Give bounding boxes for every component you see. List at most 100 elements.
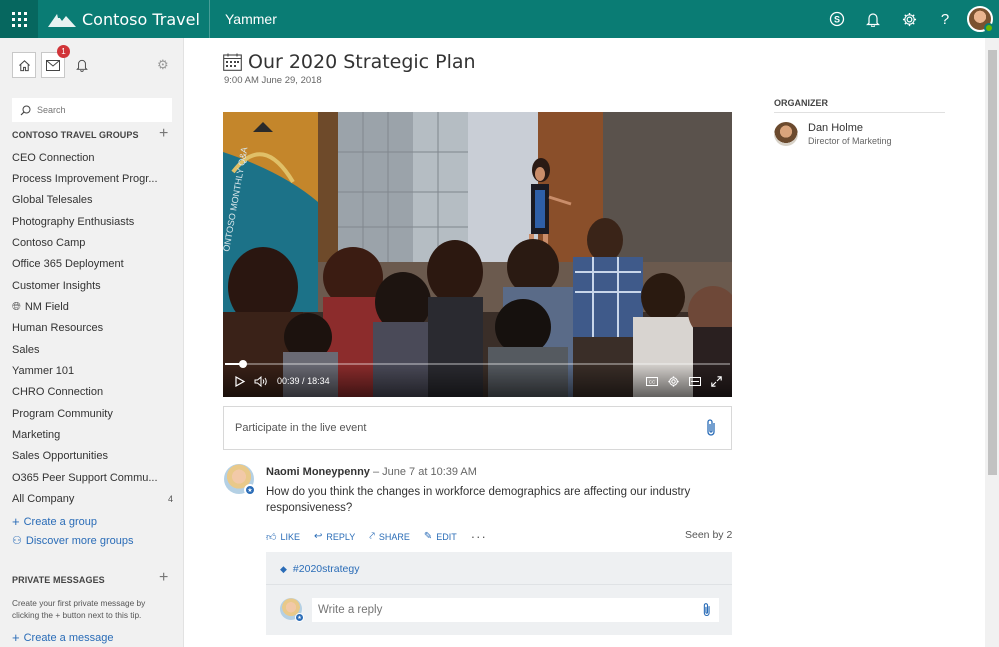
bell-icon[interactable] bbox=[855, 0, 891, 38]
people-icon: ⚇ bbox=[12, 535, 22, 547]
brand-name: Contoso Travel bbox=[82, 9, 200, 29]
create-group-link[interactable]: + Create a group bbox=[12, 514, 97, 529]
search-box[interactable] bbox=[12, 98, 172, 122]
inbox-button[interactable]: 1 bbox=[41, 45, 70, 78]
settings-gear-icon[interactable] bbox=[668, 375, 679, 387]
main-content: Our 2020 Strategic Plan 9:00 AM June 29,… bbox=[184, 38, 985, 647]
group-label: Sales bbox=[12, 343, 40, 356]
calendar-icon bbox=[223, 53, 242, 71]
search-input[interactable] bbox=[37, 105, 157, 115]
private-messages-heading: PRIVATE MESSAGES bbox=[12, 575, 105, 585]
live-event-prompt: Participate in the live event bbox=[235, 422, 367, 434]
post-actions: 👍︎ LIKE ↩ REPLY ⤤ SHARE ✎ EDIT ··· bbox=[266, 529, 501, 544]
reply-button[interactable]: ↩ REPLY bbox=[314, 531, 355, 542]
create-message-label: Create a message bbox=[23, 631, 114, 644]
group-item[interactable]: 🌐︎ NM Field bbox=[12, 296, 177, 317]
user-avatar[interactable] bbox=[967, 6, 994, 33]
thumbs-up-icon: 👍︎ bbox=[266, 531, 277, 543]
volume-icon[interactable] bbox=[253, 375, 269, 387]
more-options-icon[interactable]: ··· bbox=[471, 529, 487, 544]
fullscreen-icon[interactable] bbox=[711, 375, 722, 387]
top-icons: S ? bbox=[819, 0, 999, 38]
group-item[interactable]: All Company 4 bbox=[12, 489, 177, 510]
divider bbox=[266, 584, 732, 585]
group-item[interactable]: Program Community bbox=[12, 403, 177, 424]
group-item[interactable]: Customer Insights bbox=[12, 275, 177, 296]
group-item[interactable]: Human Resources bbox=[12, 318, 177, 339]
sidebar-settings-icon[interactable]: ⚙ bbox=[157, 57, 169, 73]
organizer-role: Director of Marketing bbox=[808, 136, 892, 146]
help-icon[interactable]: ? bbox=[927, 0, 963, 38]
group-item[interactable]: Sales bbox=[12, 339, 177, 360]
event-title: Our 2020 Strategic Plan bbox=[248, 51, 476, 73]
gear-icon[interactable] bbox=[891, 0, 927, 38]
post-timestamp[interactable]: – June 7 at 10:39 AM bbox=[373, 466, 477, 478]
discover-groups-label: Discover more groups bbox=[25, 534, 134, 547]
seen-by[interactable]: Seen by 2 bbox=[685, 529, 732, 541]
group-label: All Company bbox=[12, 493, 75, 506]
video-scrubber-handle[interactable] bbox=[238, 360, 247, 368]
like-button[interactable]: 👍︎ LIKE bbox=[266, 531, 300, 543]
video-progress-bar[interactable] bbox=[225, 360, 730, 368]
sidebar-nav: 1 bbox=[0, 38, 183, 78]
group-item[interactable]: Sales Opportunities bbox=[12, 446, 177, 467]
group-item[interactable]: O365 Peer Support Commu... bbox=[12, 467, 177, 488]
scrollbar-thumb[interactable] bbox=[988, 50, 997, 475]
share-button[interactable]: ⤤ SHARE bbox=[369, 531, 410, 542]
organizer-avatar[interactable] bbox=[774, 122, 798, 146]
create-group-label: Create a group bbox=[23, 515, 97, 528]
topic-tag[interactable]: ◆ #2020strategy bbox=[280, 563, 359, 575]
notifications-button[interactable] bbox=[70, 52, 94, 78]
group-label: Program Community bbox=[12, 407, 113, 420]
video-control-row: 00:39 / 18:34 CC bbox=[223, 371, 732, 391]
group-item[interactable]: Global Telesales bbox=[12, 190, 177, 211]
video-player[interactable]: ONTOSO MONTHLY Q&A 00:39 / 18:34 CC bbox=[223, 112, 732, 397]
home-button[interactable] bbox=[12, 52, 36, 78]
create-message-link[interactable]: + Create a message bbox=[12, 630, 113, 645]
app-launcher-button[interactable] bbox=[0, 0, 38, 38]
attachment-icon[interactable] bbox=[705, 418, 719, 438]
reply-label: REPLY bbox=[326, 531, 356, 542]
group-item[interactable]: Photography Enthusiasts bbox=[12, 211, 177, 232]
group-item[interactable]: Contoso Camp bbox=[12, 232, 177, 253]
attachment-icon[interactable] bbox=[702, 602, 713, 618]
group-label: NM Field bbox=[24, 301, 69, 314]
time-separator: / bbox=[302, 376, 305, 386]
reply-box[interactable] bbox=[312, 598, 719, 622]
live-event-input[interactable]: Participate in the live event bbox=[223, 406, 732, 450]
play-icon[interactable] bbox=[233, 375, 247, 387]
group-label: CEO Connection bbox=[12, 151, 95, 164]
group-item[interactable]: Office 365 Deployment bbox=[12, 254, 177, 275]
tag-icon: ◆ bbox=[280, 563, 287, 574]
group-item[interactable]: Process Improvement Progr... bbox=[12, 168, 177, 189]
theater-mode-icon[interactable] bbox=[689, 376, 701, 386]
captions-icon[interactable]: CC bbox=[646, 376, 658, 386]
current-time: 00:39 bbox=[277, 376, 300, 386]
sidebar: 1 ⚙ CONTOSO TRAVEL GROUPS + CEO Connecti… bbox=[0, 38, 184, 647]
new-message-icon[interactable]: + bbox=[159, 570, 168, 586]
edit-button[interactable]: ✎ EDIT bbox=[424, 531, 457, 542]
post-author[interactable]: Naomi Moneypenny bbox=[266, 466, 370, 478]
group-item[interactable]: Marketing bbox=[12, 424, 177, 445]
discover-groups-link[interactable]: ⚇ Discover more groups bbox=[12, 534, 134, 548]
add-group-icon[interactable]: + bbox=[159, 126, 168, 142]
share-label: SHARE bbox=[378, 531, 410, 542]
reply-input[interactable] bbox=[318, 604, 678, 616]
organizer-name[interactable]: Dan Holme bbox=[808, 122, 863, 134]
app-name[interactable]: Yammer bbox=[225, 11, 277, 27]
home-icon bbox=[18, 59, 30, 71]
post-header: Naomi Moneypenny – June 7 at 10:39 AM bbox=[266, 466, 477, 478]
group-label: Yammer 101 bbox=[12, 365, 75, 378]
page-scrollbar[interactable] bbox=[985, 38, 999, 647]
post-author-avatar[interactable]: ★ bbox=[224, 464, 256, 496]
group-label: Process Improvement Progr... bbox=[12, 173, 158, 186]
post-body: How do you think the changes in workforc… bbox=[266, 486, 691, 514]
pencil-icon: ✎ bbox=[423, 531, 433, 542]
brand[interactable]: Contoso Travel bbox=[38, 0, 210, 38]
event-datetime: 9:00 AM June 29, 2018 bbox=[224, 75, 322, 86]
star-badge-icon: ★ bbox=[244, 484, 256, 496]
group-item[interactable]: CEO Connection bbox=[12, 147, 177, 168]
group-item[interactable]: CHRO Connection bbox=[12, 382, 177, 403]
skype-icon[interactable]: S bbox=[819, 0, 855, 38]
group-item[interactable]: Yammer 101 bbox=[12, 360, 177, 381]
